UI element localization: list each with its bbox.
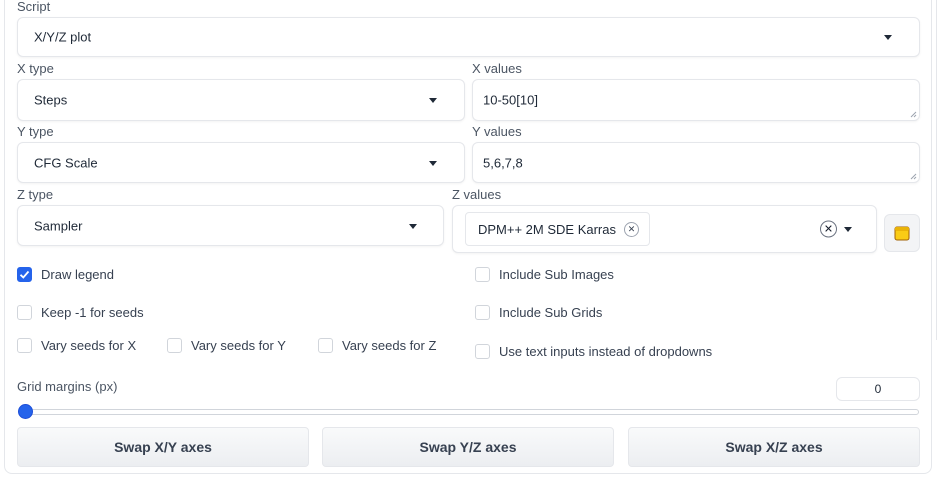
adjacent-panel-edge <box>936 0 946 340</box>
folder-button[interactable] <box>884 214 920 252</box>
chevron-down-icon <box>429 98 437 103</box>
y-values-input[interactable]: 5,6,7,8 <box>472 142 920 183</box>
checkbox-box[interactable] <box>17 338 32 353</box>
include-sub-grids-label: Include Sub Grids <box>499 305 603 320</box>
include-sub-images-checkbox[interactable]: Include Sub Images <box>475 267 614 282</box>
grid-margins-number-input[interactable]: 0 <box>836 377 920 401</box>
swap-yz-button[interactable]: Swap Y/Z axes <box>322 427 614 467</box>
z-value-chip: DPM++ 2M SDE Karras ✕ <box>465 212 650 246</box>
chevron-down-icon <box>409 223 417 229</box>
resize-grip-icon[interactable] <box>910 173 917 180</box>
include-sub-images-label: Include Sub Images <box>499 267 614 282</box>
close-icon[interactable]: ✕ <box>624 221 639 237</box>
chevron-down-icon[interactable] <box>844 227 852 232</box>
vary-seeds-x-label: Vary seeds for X <box>41 338 137 353</box>
y-values-label: Y values <box>472 124 522 139</box>
script-label: Script <box>17 0 51 14</box>
vary-seeds-z-label: Vary seeds for Z <box>342 338 437 353</box>
checkbox-box[interactable] <box>17 267 32 282</box>
x-values-text: 10-50[10] <box>483 92 538 108</box>
z-type-dropdown[interactable]: Sampler <box>17 205 444 246</box>
checkbox-box[interactable] <box>475 267 490 282</box>
draw-legend-checkbox[interactable]: Draw legend <box>17 267 114 282</box>
checkbox-box[interactable] <box>475 344 490 359</box>
x-type-dropdown[interactable]: Steps <box>17 79 465 121</box>
resize-grip-icon[interactable] <box>910 111 917 118</box>
swap-xy-button[interactable]: Swap X/Y axes <box>17 427 309 467</box>
z-values-label: Z values <box>452 187 502 202</box>
checkbox-box[interactable] <box>17 305 32 320</box>
y-type-label: Y type <box>17 124 54 139</box>
grid-margins-slider-track[interactable] <box>25 409 919 415</box>
checkmark-icon <box>19 270 30 279</box>
x-type-label: X type <box>17 61 54 76</box>
script-value: X/Y/Z plot <box>34 29 92 45</box>
keep-seeds-checkbox[interactable]: Keep -1 for seeds <box>17 305 144 320</box>
chevron-down-icon <box>429 160 437 166</box>
z-chip-label: DPM++ 2M SDE Karras <box>478 221 616 237</box>
clear-all-icon[interactable]: ✕ <box>820 220 837 238</box>
y-type-value: CFG Scale <box>34 155 98 170</box>
include-sub-grids-checkbox[interactable]: Include Sub Grids <box>475 305 602 320</box>
vary-seeds-y-checkbox[interactable]: Vary seeds for Y <box>167 338 286 353</box>
vary-seeds-y-label: Vary seeds for Y <box>191 338 286 353</box>
x-values-input[interactable]: 10-50[10] <box>472 79 920 121</box>
grid-margins-slider-thumb[interactable] <box>18 404 33 419</box>
grid-margins-value: 0 <box>874 382 882 396</box>
z-type-label: Z type <box>17 187 54 202</box>
z-type-value: Sampler <box>34 218 83 233</box>
text-inputs-label: Use text inputs instead of dropdowns <box>499 344 713 359</box>
checkbox-box[interactable] <box>475 305 490 320</box>
grid-margins-label: Grid margins (px) <box>17 379 118 394</box>
draw-legend-label: Draw legend <box>41 267 114 282</box>
y-values-text: 5,6,7,8 <box>483 155 523 170</box>
vary-seeds-x-checkbox[interactable]: Vary seeds for X <box>17 338 136 353</box>
checkbox-box[interactable] <box>167 338 182 353</box>
script-dropdown[interactable]: X/Y/Z plot <box>17 17 920 57</box>
swap-xz-button[interactable]: Swap X/Z axes <box>628 427 920 467</box>
text-inputs-checkbox[interactable]: Use text inputs instead of dropdowns <box>475 344 712 359</box>
vary-seeds-z-checkbox[interactable]: Vary seeds for Z <box>318 338 436 353</box>
y-type-dropdown[interactable]: CFG Scale <box>17 142 465 183</box>
z-values-multiselect[interactable]: DPM++ 2M SDE Karras ✕ ✕ <box>452 205 877 253</box>
checkbox-box[interactable] <box>318 338 333 353</box>
chevron-down-icon <box>884 35 892 40</box>
x-type-value: Steps <box>34 92 68 108</box>
folder-icon <box>894 226 910 241</box>
keep-seeds-label: Keep -1 for seeds <box>41 305 144 320</box>
x-values-label: X values <box>472 61 522 76</box>
